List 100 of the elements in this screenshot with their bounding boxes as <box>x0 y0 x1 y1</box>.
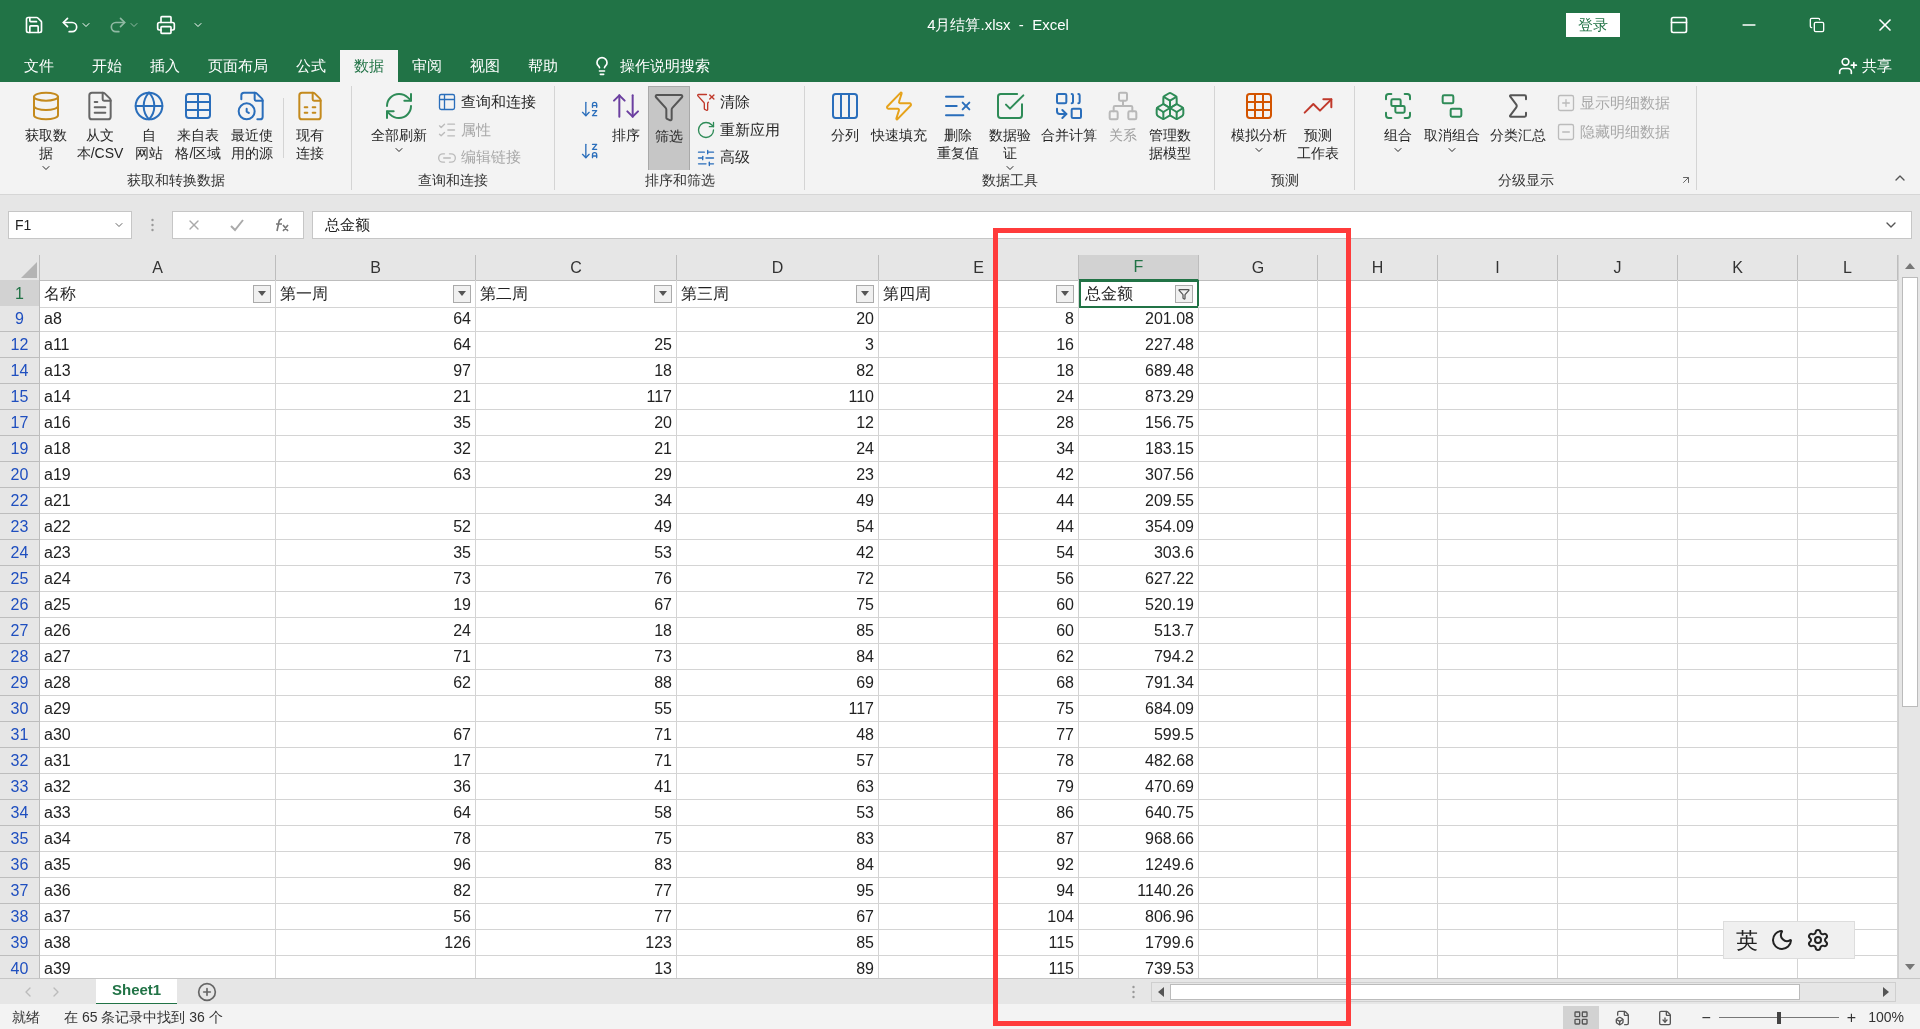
ribbon-button[interactable]: 从文 本/CSV <box>72 86 128 166</box>
save-icon[interactable] <box>24 15 44 35</box>
ribbon-tab[interactable]: 插入 <box>136 50 194 82</box>
ribbon-button[interactable]: 删除 重复值 <box>932 86 983 166</box>
row-header[interactable]: 39 <box>0 930 40 956</box>
column-header[interactable]: B <box>276 255 476 281</box>
ribbon-button[interactable]: 来自表 格/区域 <box>171 86 226 166</box>
ribbon-button[interactable]: 自 网站 <box>129 86 170 166</box>
vertical-scrollbar[interactable] <box>1898 255 1920 978</box>
filter-dropdown-button[interactable] <box>1056 284 1074 303</box>
column-header[interactable]: H <box>1318 255 1438 281</box>
zoom-level[interactable]: 100% <box>1868 1007 1904 1028</box>
ribbon-tab[interactable]: 开始 <box>78 50 136 82</box>
ribbon-tab[interactable]: 页面布局 <box>194 50 282 82</box>
ribbon-display-icon[interactable] <box>1669 15 1689 35</box>
horizontal-scrollbar[interactable] <box>1151 981 1896 1002</box>
row-header[interactable]: 31 <box>0 722 40 748</box>
restore-icon[interactable] <box>1809 17 1825 33</box>
row-header[interactable]: 25 <box>0 566 40 592</box>
row-header[interactable]: 34 <box>0 800 40 826</box>
column-header[interactable]: E <box>879 255 1079 281</box>
row-header[interactable]: 38 <box>0 904 40 930</box>
ribbon-small-button[interactable]: 重新应用 <box>695 117 780 143</box>
filter-dropdown-button[interactable] <box>253 284 271 303</box>
ribbon-small-button[interactable]: 清除 <box>695 90 780 115</box>
formula-input[interactable]: 总金额 <box>312 211 1912 239</box>
ribbon-small-button[interactable]: 查询和连接 <box>436 90 536 115</box>
add-sheet-icon[interactable] <box>197 981 218 1002</box>
ribbon-button[interactable]: 管理数 据模型 <box>1144 86 1195 166</box>
ribbon-tab[interactable]: 视图 <box>456 50 514 82</box>
header-cell[interactable]: 第三周 <box>677 280 879 308</box>
zoom-out-button[interactable]: − <box>1701 1005 1711 1029</box>
settings-icon[interactable] <box>1806 928 1830 952</box>
sign-in-button[interactable]: 登录 <box>1566 13 1620 37</box>
scroll-left-icon[interactable] <box>1158 986 1165 997</box>
active-filter-button[interactable] <box>1175 285 1193 303</box>
row-header[interactable]: 40 <box>0 956 40 978</box>
scroll-up-icon[interactable] <box>1904 263 1915 269</box>
checkmark-icon[interactable] <box>229 217 245 233</box>
tell-me-search[interactable]: 操作说明搜索 <box>620 54 710 78</box>
column-header[interactable]: G <box>1199 255 1318 281</box>
row-header[interactable]: 32 <box>0 748 40 774</box>
ribbon-tab[interactable]: 帮助 <box>514 50 572 82</box>
ime-mode-toggle[interactable]: 英 <box>1736 923 1758 957</box>
dialog-launcher-icon[interactable] <box>1680 174 1692 186</box>
ribbon-button[interactable]: 快速填充 <box>866 86 931 148</box>
row-header[interactable]: 36 <box>0 852 40 878</box>
filter-dropdown-button[interactable] <box>453 284 471 303</box>
scroll-right-icon[interactable] <box>1883 986 1889 997</box>
column-header[interactable]: J <box>1558 255 1678 281</box>
share-button[interactable]: 共享 <box>1862 54 1892 78</box>
filter-dropdown-button[interactable] <box>856 284 874 303</box>
column-header[interactable]: I <box>1438 255 1558 281</box>
row-header[interactable]: 26 <box>0 592 40 618</box>
filter-dropdown-button[interactable] <box>654 284 672 303</box>
row-header[interactable]: 19 <box>0 436 40 462</box>
column-header[interactable]: K <box>1678 255 1798 281</box>
column-header[interactable]: D <box>677 255 879 281</box>
column-header[interactable]: C <box>476 255 677 281</box>
ribbon-button[interactable]: 全部刷新 <box>366 86 431 160</box>
row-header[interactable]: 1 <box>0 280 40 308</box>
header-cell[interactable]: 第二周 <box>476 280 677 308</box>
header-cell[interactable]: 第四周 <box>879 280 1079 308</box>
name-box[interactable]: F1 <box>8 211 132 239</box>
splitter-grip-icon[interactable] <box>1132 984 1136 999</box>
row-header[interactable]: 27 <box>0 618 40 644</box>
ribbon-button[interactable]: 取消组合 <box>1419 86 1484 160</box>
ribbon-tab[interactable]: 文件 <box>10 50 68 82</box>
row-header[interactable]: 33 <box>0 774 40 800</box>
ribbon-tab[interactable]: 公式 <box>282 50 340 82</box>
header-cell[interactable]: 名称 <box>40 280 276 308</box>
sheet-tab[interactable]: Sheet1 <box>96 978 178 1005</box>
row-header[interactable]: 15 <box>0 384 40 410</box>
normal-view-icon[interactable] <box>1562 1005 1599 1029</box>
ribbon-small-button[interactable]: 高级 <box>695 145 780 170</box>
ribbon-tab[interactable]: 审阅 <box>398 50 456 82</box>
ribbon-button[interactable]: 数据验 证 <box>984 86 1035 170</box>
zoom-slider[interactable] <box>1718 1010 1839 1025</box>
header-cell[interactable]: 第一周 <box>276 280 476 308</box>
zoom-slider-thumb[interactable] <box>1776 1011 1781 1024</box>
ribbon-button[interactable]: 现有 连接 <box>290 86 331 166</box>
scroll-down-icon[interactable] <box>1904 964 1915 970</box>
row-header[interactable]: 35 <box>0 826 40 852</box>
ribbon-button[interactable]: 排序 <box>605 86 646 148</box>
row-header[interactable]: 23 <box>0 514 40 540</box>
row-header[interactable]: 24 <box>0 540 40 566</box>
row-header[interactable]: 29 <box>0 670 40 696</box>
ribbon-tab[interactable]: 数据 <box>340 50 398 82</box>
ribbon-button[interactable]: 组合 <box>1377 86 1418 160</box>
row-header[interactable]: 22 <box>0 488 40 514</box>
undo-icon[interactable] <box>60 15 80 35</box>
row-header[interactable]: 14 <box>0 358 40 384</box>
zoom-in-button[interactable]: + <box>1846 1005 1857 1029</box>
ribbon-button[interactable]: 分列 <box>824 86 865 148</box>
moon-icon[interactable] <box>1770 928 1794 952</box>
row-header[interactable]: 17 <box>0 410 40 436</box>
row-header[interactable]: 30 <box>0 696 40 722</box>
ribbon-button[interactable]: 预测 工作表 <box>1292 86 1343 166</box>
row-header[interactable]: 37 <box>0 878 40 904</box>
ribbon-button[interactable]: 模拟分析 <box>1226 86 1291 160</box>
